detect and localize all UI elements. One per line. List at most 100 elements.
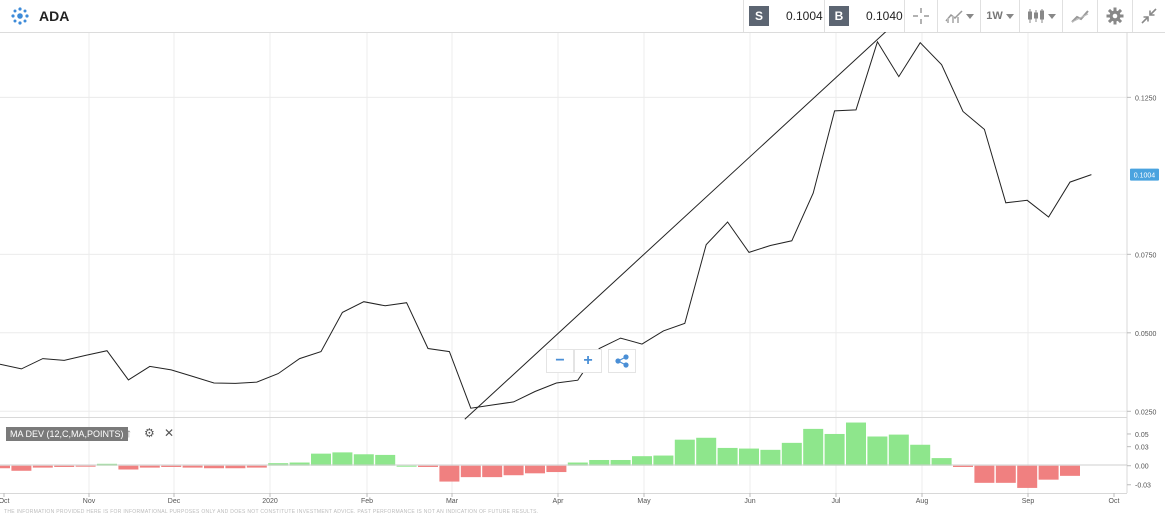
indicator-bar [161, 465, 182, 467]
price-tick-label: 0.0750 [1135, 252, 1157, 259]
indicator-bar [503, 465, 524, 476]
zoom-controls: − + [546, 349, 636, 373]
indicator-bar [760, 449, 781, 466]
price-tick-label: 0.0500 [1135, 331, 1157, 338]
indicator-settings-icon[interactable]: ⚙ [144, 426, 155, 440]
draw-tool-icon [1071, 10, 1089, 23]
sell-badge[interactable]: S [749, 6, 769, 26]
time-tick-label: 2020 [262, 498, 278, 505]
indicator-bar [739, 448, 759, 466]
indicator-bar [204, 465, 224, 469]
indicator-bar [717, 447, 738, 466]
chart-grid [0, 33, 1127, 493]
indicator-bar [54, 465, 75, 467]
indicator-bar [781, 442, 802, 466]
indicator-bar [824, 433, 845, 466]
indicator-bar [353, 454, 374, 466]
indicator-tick-label: -0.03 [1135, 483, 1151, 490]
indicator-bar [139, 465, 160, 468]
current-price-marker: 0.1004 [1130, 168, 1159, 181]
crosshair-icon [913, 8, 929, 24]
disclaimer-text: THE INFORMATION PROVIDED HERE IS FOR INF… [4, 509, 539, 515]
indicator-bar [11, 465, 32, 471]
chevron-down-icon [1047, 13, 1056, 19]
indicator-bar [674, 439, 695, 466]
indicator-bar [418, 465, 438, 467]
time-tick-label: Mar [446, 498, 459, 505]
chart-toolbar: ADA S 0.1004 B 0.1040 1W [0, 0, 1165, 33]
indicator-bar [182, 465, 203, 468]
price-tick-label: 0.1250 [1135, 95, 1157, 102]
buy-price: 0.1040 [866, 9, 903, 23]
indicator-bar [0, 465, 10, 469]
buy-badge[interactable]: B [829, 6, 849, 26]
indicator-bar [632, 456, 652, 466]
trendline [464, 32, 887, 420]
indicator-bar [888, 434, 909, 466]
asset-logo-icon [11, 7, 29, 25]
indicator-bar [974, 465, 995, 483]
indicator-label[interactable]: MA DEV (12,C,MA,POINTS) [6, 427, 128, 441]
share-icon [615, 354, 629, 368]
indicator-bar [525, 465, 545, 474]
time-tick-label: Feb [361, 498, 373, 505]
time-tick-label: May [637, 498, 651, 505]
indicator-bar [332, 452, 353, 466]
indicator-bar [396, 465, 417, 467]
indicator-bar [546, 465, 567, 473]
current-price-label: 0.1004 [1134, 173, 1156, 180]
indicator-bar [460, 465, 481, 478]
axis-ticks: 0.1250 0.1004 0.0750 0.0500 0.0250 0.05 0.03 0.… [1127, 95, 1159, 490]
timeframe-select[interactable]: 1W [981, 0, 1019, 32]
time-tick-label: Apr [553, 498, 565, 505]
sell-price: 0.1004 [786, 9, 823, 23]
price-tick-label: 0.0250 [1135, 409, 1157, 416]
indicator-bar [910, 444, 931, 466]
indicator-bar [482, 465, 503, 478]
time-tick-label: Jun [744, 498, 755, 505]
indicator-bar [1038, 465, 1059, 480]
price-chart[interactable]: 0.1250 0.1004 0.0750 0.0500 0.0250 0.05 0.03 0.… [0, 32, 1165, 509]
indicator-bar [803, 428, 824, 466]
time-tick-label: Dec [168, 498, 181, 505]
zoom-out-button[interactable]: − [546, 349, 574, 373]
candlestick-button[interactable] [1020, 0, 1062, 32]
time-axis-labels: Oct Nov Dec 2020 Feb Mar Apr May Jun Jul Aug Sep Oct [0, 493, 1119, 505]
chart-type-button[interactable] [938, 0, 980, 32]
indicator-bar [32, 465, 53, 468]
crosshair-button[interactable] [905, 0, 937, 32]
indicator-bar [953, 465, 973, 467]
indicator-tick-label: 0.03 [1135, 445, 1149, 452]
gear-icon [1106, 7, 1124, 25]
toolbar-divider [743, 0, 744, 32]
trendline-segment [464, 32, 887, 420]
timeframe-label: 1W [986, 10, 1003, 22]
time-tick-label: Nov [83, 498, 96, 505]
close-icon[interactable]: ✕ [164, 426, 174, 440]
indicator-bar [1017, 465, 1038, 488]
chevron-down-icon [965, 13, 974, 19]
draw-tool-button[interactable] [1063, 0, 1097, 32]
indicator-bar [867, 436, 888, 466]
indicator-bar [653, 455, 674, 466]
indicator-tick-label: 0.00 [1135, 464, 1149, 471]
collapse-button[interactable] [1133, 0, 1165, 32]
indicator-bars [0, 422, 1080, 488]
move-up-icon[interactable]: ↑ [126, 426, 132, 440]
share-button[interactable] [608, 349, 636, 373]
candlestick-icon [1027, 9, 1044, 23]
indicator-bar [846, 422, 866, 466]
indicator-bar [118, 465, 139, 470]
indicator-bar [995, 465, 1016, 483]
asset-title: ADA [39, 8, 70, 24]
settings-button[interactable] [1098, 0, 1132, 32]
indicator-bar [75, 465, 96, 467]
time-tick-label: Aug [916, 498, 929, 505]
zoom-in-button[interactable]: + [574, 349, 602, 373]
time-tick-label: Oct [1109, 498, 1120, 505]
indicator-bar [1060, 465, 1080, 476]
time-tick-label: Oct [0, 498, 9, 505]
toolbar-divider [824, 0, 825, 32]
time-tick-label: Jul [832, 498, 841, 505]
time-tick-label: Sep [1022, 498, 1035, 505]
